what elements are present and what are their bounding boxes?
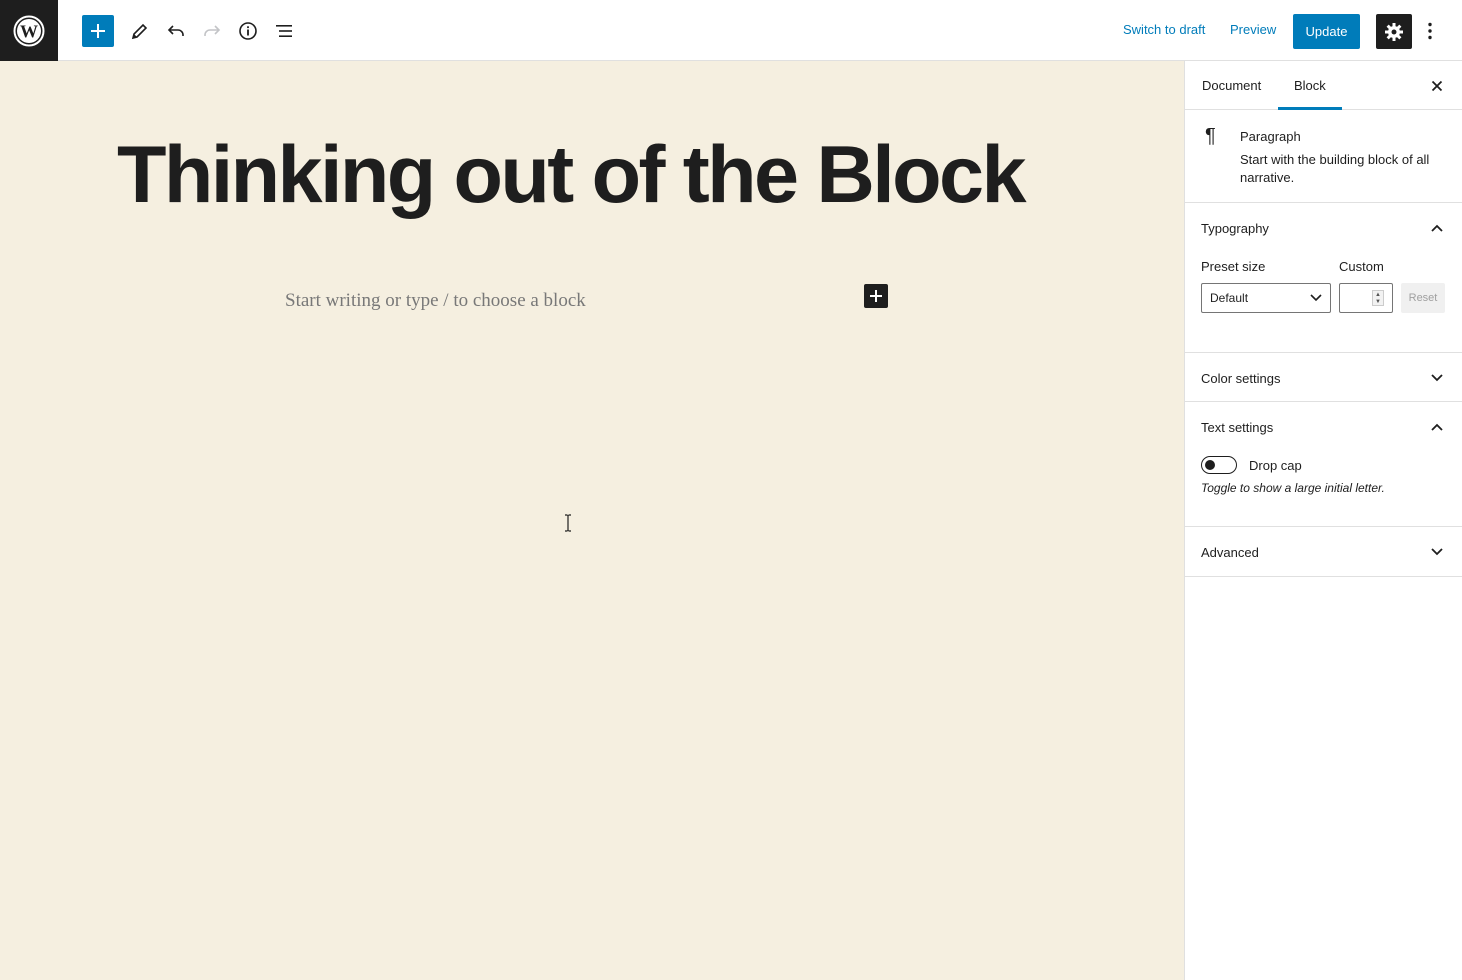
redo-icon <box>204 25 221 36</box>
tab-block[interactable]: Block <box>1278 61 1342 110</box>
custom-size-label: Custom <box>1339 259 1384 274</box>
drop-cap-help: Toggle to show a large initial letter. <box>1201 481 1385 495</box>
chevron-up-icon[interactable] <box>1428 418 1446 436</box>
preset-size-label: Preset size <box>1201 259 1266 274</box>
details-button[interactable] <box>232 15 264 47</box>
chevron-up-icon[interactable] <box>1428 219 1446 237</box>
chevron-down-icon[interactable] <box>1428 543 1446 561</box>
block-card-description: Start with the building block of all nar… <box>1240 152 1430 185</box>
gear-icon <box>1385 22 1403 41</box>
color-settings-toggle[interactable]: Color settings <box>1201 371 1280 386</box>
svg-text:W: W <box>20 21 38 41</box>
advanced-toggle[interactable]: Advanced <box>1201 545 1259 560</box>
toggle-knob <box>1205 460 1215 470</box>
chevron-down-icon[interactable] <box>1428 369 1446 387</box>
settings-button[interactable] <box>1376 14 1412 49</box>
block-card-title: Paragraph <box>1240 129 1301 144</box>
more-vertical-icon <box>1428 22 1432 40</box>
typography-panel: Typography <box>1185 203 1462 353</box>
undo-button[interactable] <box>160 15 192 47</box>
info-icon <box>239 22 257 40</box>
text-settings-toggle[interactable]: Text settings <box>1201 420 1273 435</box>
preset-size-select[interactable]: Default <box>1201 283 1331 313</box>
undo-icon <box>167 25 184 36</box>
reset-button[interactable]: Reset <box>1401 283 1445 313</box>
redo-button[interactable] <box>196 15 228 47</box>
paragraph-block-placeholder[interactable]: Start writing or type / to choose a bloc… <box>285 290 586 312</box>
paragraph-icon: ¶ <box>1205 125 1216 147</box>
switch-to-draft-button[interactable]: Switch to draft <box>1123 22 1205 37</box>
tab-document[interactable]: Document <box>1186 61 1277 110</box>
preview-button[interactable]: Preview <box>1230 22 1276 37</box>
custom-size-input[interactable]: ▲ ▼ <box>1339 283 1393 313</box>
text-cursor-icon <box>565 514 571 532</box>
advanced-panel: Advanced <box>1185 527 1462 577</box>
sidebar-tabs: Document Block <box>1185 61 1462 110</box>
block-card: ¶ Paragraph Start with the building bloc… <box>1185 110 1462 203</box>
color-settings-panel: Color settings <box>1185 353 1462 402</box>
tools-button[interactable] <box>124 15 156 47</box>
number-spinner[interactable]: ▲ ▼ <box>1372 290 1384 306</box>
wordpress-icon: W <box>13 15 45 46</box>
typography-panel-toggle[interactable]: Typography <box>1201 221 1269 236</box>
close-icon <box>1431 80 1443 92</box>
editor-header: W Switch to draft Preview Update <box>0 0 1462 61</box>
list-view-icon <box>276 25 292 37</box>
inline-add-block-button[interactable] <box>864 284 888 308</box>
drop-cap-toggle[interactable] <box>1201 456 1237 474</box>
plus-icon <box>870 290 882 302</box>
add-block-button[interactable] <box>82 15 114 47</box>
preset-size-value: Default <box>1210 291 1249 305</box>
plus-icon <box>91 24 105 38</box>
post-title[interactable]: Thinking out of the Block <box>117 135 1027 216</box>
editor-canvas[interactable]: Thinking out of the Block Start writing … <box>0 61 1184 980</box>
chevron-down-icon <box>1310 294 1322 302</box>
wordpress-logo[interactable]: W <box>0 0 58 61</box>
settings-sidebar: Document Block ¶ Paragraph Start with th… <box>1184 61 1462 980</box>
pencil-icon <box>131 23 148 40</box>
close-sidebar-button[interactable] <box>1428 77 1446 95</box>
drop-cap-label: Drop cap <box>1249 458 1302 473</box>
more-menu-button[interactable] <box>1420 15 1440 47</box>
block-navigation-button[interactable] <box>268 15 300 47</box>
update-button[interactable]: Update <box>1293 14 1360 49</box>
